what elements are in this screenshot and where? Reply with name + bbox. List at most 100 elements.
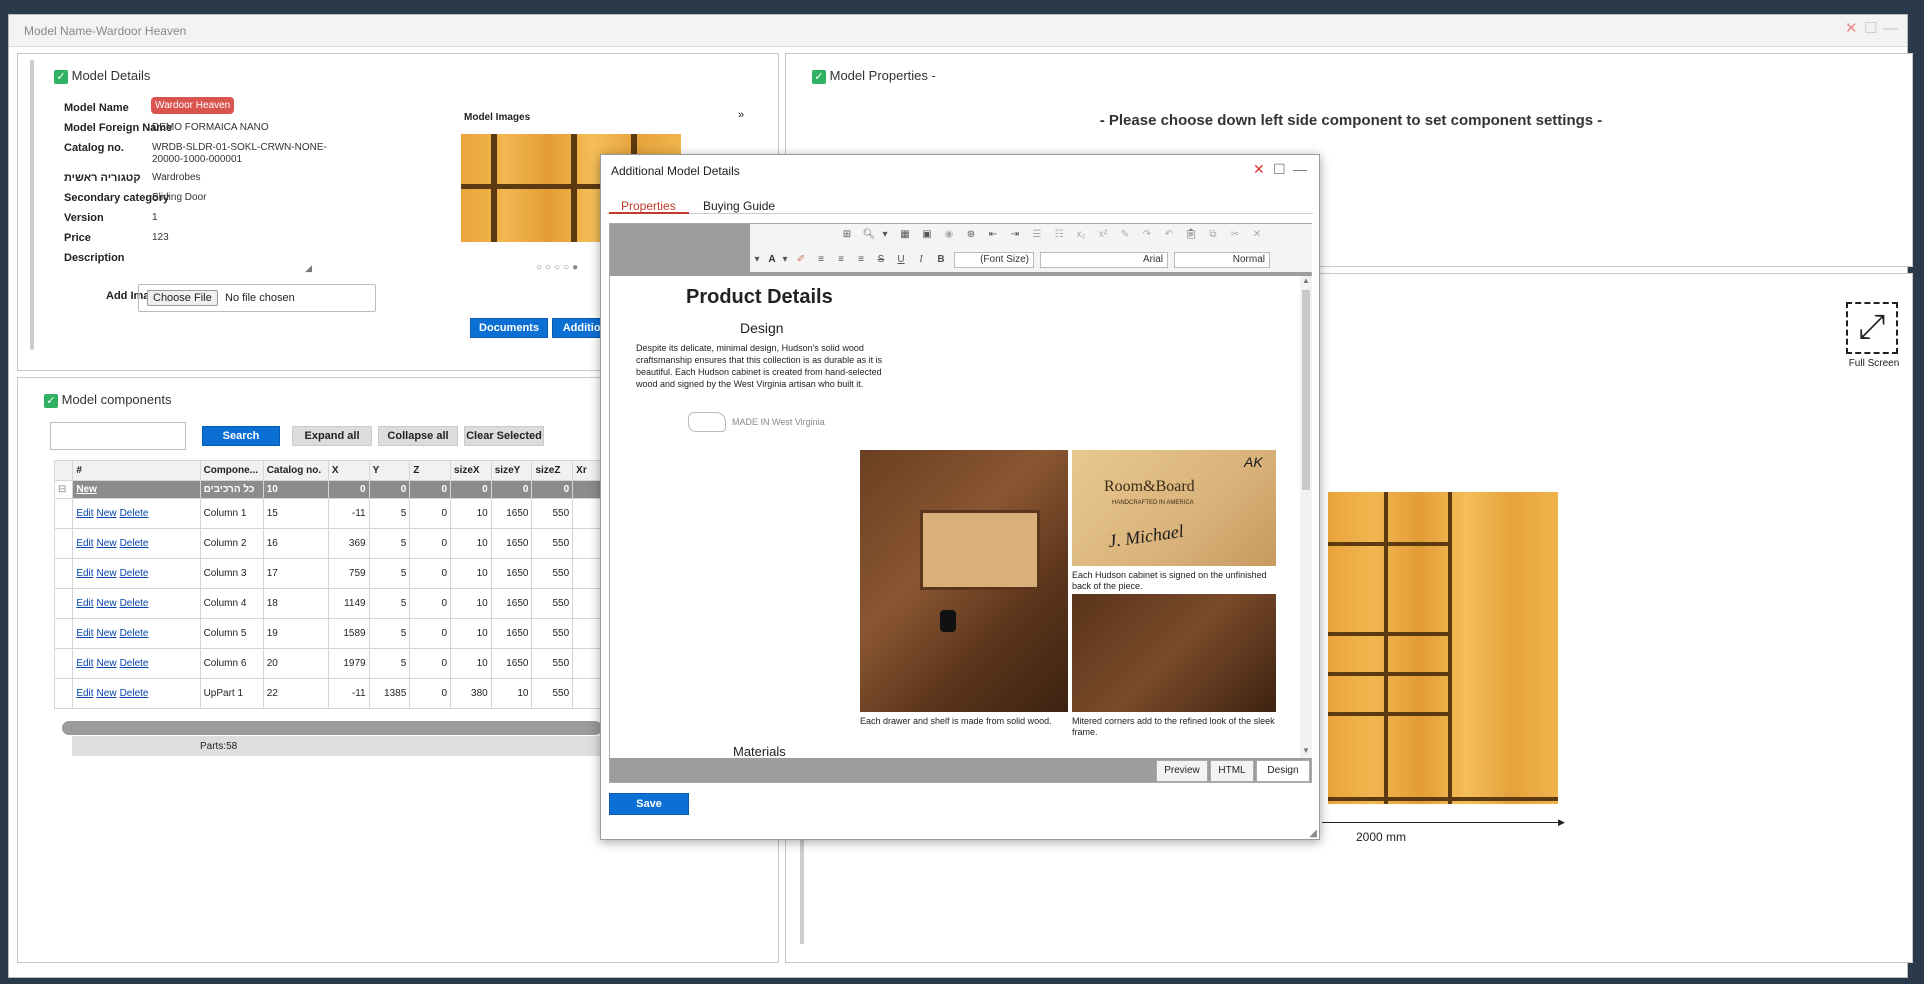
image-icon[interactable]: ▣: [918, 226, 936, 244]
delete-link[interactable]: Delete: [120, 568, 149, 579]
dialog-close-icon[interactable]: ✕: [1253, 161, 1265, 178]
edit-link[interactable]: Edit: [76, 598, 93, 609]
edit-link[interactable]: Edit: [76, 628, 93, 639]
editor-scrollbar[interactable]: ▲ ▼: [1300, 276, 1312, 758]
search-button[interactable]: Search: [202, 426, 280, 446]
delete-link[interactable]: Delete: [120, 598, 149, 609]
dialog-maximize-icon[interactable]: ☐: [1273, 161, 1286, 178]
underline-icon[interactable]: U: [892, 251, 910, 269]
font-size-select[interactable]: (Font Size): [954, 252, 1034, 268]
undo-icon[interactable]: ↶: [1160, 226, 1178, 244]
highlight-icon[interactable]: ✐: [792, 251, 810, 269]
align-right-icon[interactable]: ≡: [852, 251, 870, 269]
scroll-down-icon[interactable]: ▼: [1302, 746, 1310, 755]
edit-link[interactable]: Edit: [76, 538, 93, 549]
minimize-icon[interactable]: —: [1883, 21, 1898, 37]
editor-content[interactable]: Product Details Design Despite its delic…: [610, 276, 1300, 758]
file-input[interactable]: Choose File No file chosen: [138, 284, 376, 312]
font-family-select[interactable]: Arial: [1040, 252, 1168, 268]
column-header[interactable]: X: [327, 460, 370, 481]
collapse-all-button[interactable]: Collapse all: [378, 426, 458, 446]
column-header[interactable]: Y: [368, 460, 411, 481]
column-header[interactable]: Z: [409, 460, 452, 481]
scroll-up-icon[interactable]: ▲: [1302, 276, 1310, 285]
editor-tab-html[interactable]: HTML: [1210, 760, 1254, 782]
media-icon[interactable]: ◉: [940, 226, 958, 244]
format-select[interactable]: Normal: [1174, 252, 1270, 268]
dropdown-arrow-icon[interactable]: ▾: [780, 251, 790, 269]
horizontal-scrollbar[interactable]: [62, 721, 602, 735]
column-header[interactable]: sizeX: [450, 460, 492, 481]
panel-scrollbar[interactable]: [30, 60, 34, 350]
delete-link[interactable]: Delete: [120, 688, 149, 699]
new-link[interactable]: New: [97, 628, 117, 639]
dropdown-arrow-icon[interactable]: ▾: [880, 226, 890, 244]
delete-link[interactable]: Delete: [120, 628, 149, 639]
edit-link[interactable]: Edit: [76, 688, 93, 699]
column-header[interactable]: #: [72, 460, 201, 481]
editor-tab-design[interactable]: Design: [1256, 760, 1310, 782]
new-link[interactable]: New: [97, 538, 117, 549]
group-collapse-icon[interactable]: ⊟: [53, 480, 74, 499]
zoom-icon[interactable]: 🔍︎: [860, 226, 878, 244]
collapse-chevron-icon[interactable]: »: [738, 109, 744, 121]
numbered-list-icon[interactable]: ☷: [1050, 226, 1068, 244]
documents-button[interactable]: Documents: [470, 318, 548, 338]
delete-link[interactable]: Delete: [120, 658, 149, 669]
wardrobe-render[interactable]: [1328, 492, 1558, 804]
dialog-minimize-icon[interactable]: —: [1293, 161, 1307, 177]
strikethrough-icon[interactable]: S: [872, 251, 890, 269]
choose-file-button[interactable]: Choose File: [147, 290, 218, 306]
edit-link[interactable]: Edit: [76, 658, 93, 669]
bullet-list-icon[interactable]: ☰: [1028, 226, 1046, 244]
table-row[interactable]: EditNewDeleteColumn 5191589501016505500: [53, 618, 614, 649]
font-color-icon[interactable]: A: [764, 251, 780, 269]
scrollbar-thumb[interactable]: [1302, 290, 1310, 490]
format-painter-icon[interactable]: ✎: [1116, 226, 1134, 244]
new-link[interactable]: New: [97, 568, 117, 579]
clear-selected-button[interactable]: Clear Selected: [464, 426, 544, 446]
column-header[interactable]: Catalog no.: [262, 460, 329, 481]
tab-buying-guide[interactable]: Buying Guide: [703, 199, 775, 213]
table-row[interactable]: EditNewDeleteColumn 6201979501016505500: [53, 648, 614, 679]
align-left-icon[interactable]: ≡: [812, 251, 830, 269]
indent-icon[interactable]: ⇥: [1006, 226, 1024, 244]
maximize-icon[interactable]: ☐: [1864, 21, 1877, 37]
column-header[interactable]: sizeY: [490, 460, 533, 481]
resize-handle-icon[interactable]: ◢: [305, 263, 312, 274]
italic-icon[interactable]: I: [912, 251, 930, 269]
carousel-dots[interactable]: ○○○○●: [536, 262, 581, 273]
group-new-link[interactable]: New: [76, 484, 97, 495]
table-row[interactable]: EditNewDeleteUpPart 122-1113850380105500: [53, 678, 614, 709]
close-icon[interactable]: ✕: [1845, 21, 1858, 37]
new-link[interactable]: New: [97, 598, 117, 609]
select-all-icon[interactable]: ⊞: [838, 226, 856, 244]
editor-tab-preview[interactable]: Preview: [1156, 760, 1208, 782]
dialog-resize-icon[interactable]: ◢: [1309, 828, 1317, 839]
expand-all-button[interactable]: Expand all: [292, 426, 372, 446]
paste-icon[interactable]: 📋︎: [1182, 226, 1200, 244]
cut-icon[interactable]: ✂: [1226, 226, 1244, 244]
link-icon[interactable]: ⊛: [962, 226, 980, 244]
edit-link[interactable]: Edit: [76, 568, 93, 579]
group-row[interactable]: ⊟ New כל הרכיבים 10 0 0 0 0 0 0 0: [53, 480, 614, 499]
save-button[interactable]: Save: [609, 793, 689, 815]
outdent-icon[interactable]: ⇤: [984, 226, 1002, 244]
dropdown-arrow-icon[interactable]: ▾: [752, 251, 762, 269]
align-center-icon[interactable]: ≡: [832, 251, 850, 269]
redo-icon[interactable]: ↷: [1138, 226, 1156, 244]
edit-link[interactable]: Edit: [76, 508, 93, 519]
new-link[interactable]: New: [97, 688, 117, 699]
description-textarea[interactable]: ◢: [152, 250, 312, 274]
new-link[interactable]: New: [97, 658, 117, 669]
column-header[interactable]: Compone...: [199, 460, 264, 481]
bold-icon[interactable]: B: [932, 251, 950, 269]
delete-link[interactable]: Delete: [120, 538, 149, 549]
subscript-icon[interactable]: x₂: [1072, 226, 1090, 244]
copy-icon[interactable]: ⧉: [1204, 226, 1222, 244]
superscript-icon[interactable]: x²: [1094, 226, 1112, 244]
tab-properties[interactable]: Properties: [621, 199, 676, 213]
table-row[interactable]: EditNewDeleteColumn 216369501016505500: [53, 528, 614, 559]
table-icon[interactable]: ▦: [896, 226, 914, 244]
components-search-input[interactable]: [50, 422, 186, 450]
